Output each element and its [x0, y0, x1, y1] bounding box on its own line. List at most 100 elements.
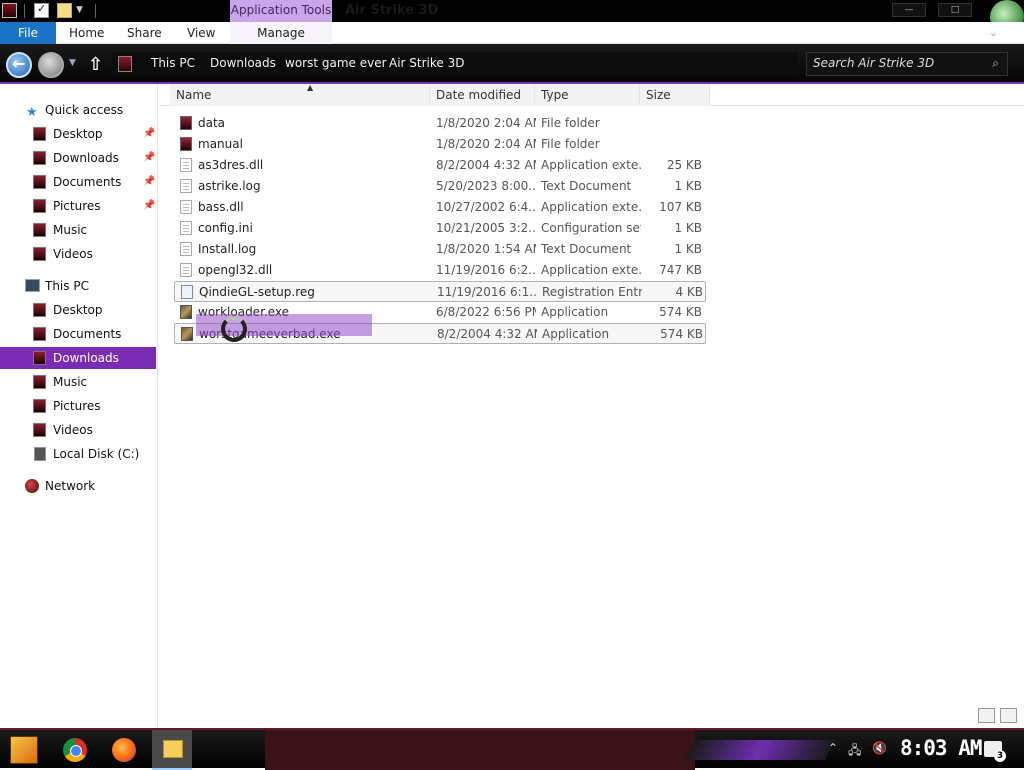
file-date: 1/8/2020 1:54 AM: [436, 242, 536, 256]
pin-icon: 📌: [143, 152, 156, 163]
pictures-icon: [33, 199, 46, 213]
chevron-down-icon[interactable]: ⌄: [989, 26, 998, 39]
file-type: Registration Entries: [542, 285, 642, 299]
file-row-bass-dll[interactable]: bass.dll 10/27/2002 6:4... Application e…: [174, 197, 706, 218]
details-view-icon[interactable]: [978, 708, 995, 723]
start-button[interactable]: [10, 736, 38, 764]
chrome-icon[interactable]: [63, 738, 87, 762]
up-button[interactable]: ⇧: [88, 54, 103, 75]
downloads-icon: [33, 151, 46, 165]
nav-label: Downloads: [53, 151, 119, 165]
nav-pc-music[interactable]: Music: [0, 371, 156, 393]
taskbar-clock[interactable]: 8:03 AM: [900, 736, 983, 760]
file-size: 25 KB: [666, 158, 702, 172]
breadcrumb-air-strike-3d[interactable]: Air Strike 3D: [389, 56, 464, 70]
file-row-install-log[interactable]: Install.log 1/8/2020 1:54 AM Text Docume…: [174, 239, 706, 260]
firefox-icon[interactable]: [112, 738, 136, 762]
file-type: Application: [542, 327, 610, 341]
column-size[interactable]: Size: [640, 84, 710, 106]
nav-this-pc[interactable]: This PC: [0, 275, 156, 297]
chevron-up-icon[interactable]: ⌃: [828, 741, 838, 755]
nav-label: Local Disk (C:): [53, 447, 140, 461]
file-row-manual[interactable]: manual 1/8/2020 2:04 AM File folder: [174, 134, 706, 155]
file-explorer-icon[interactable]: [152, 730, 192, 770]
file-date: 10/27/2002 6:4...: [436, 200, 536, 214]
nav-label: Downloads: [53, 351, 119, 365]
minimize-button[interactable]: —: [892, 3, 926, 17]
file-date: 8/2/2004 4:32 AM: [437, 327, 537, 341]
nav-quick-documents[interactable]: Documents 📌: [0, 171, 156, 193]
nav-quick-music[interactable]: Music: [0, 219, 156, 241]
new-folder-icon[interactable]: [57, 3, 72, 18]
app-icon[interactable]: [2, 3, 17, 18]
search-box[interactable]: ⌕: [806, 52, 1008, 76]
nav-quick-videos[interactable]: Videos: [0, 243, 156, 265]
breadcrumb-worst-game-ever[interactable]: worst game ever: [285, 56, 387, 70]
documents-icon: [33, 175, 46, 189]
file-icon: [180, 158, 192, 172]
column-label: Type: [541, 88, 569, 102]
application-icon: [181, 327, 193, 341]
tab-view[interactable]: View: [187, 22, 215, 44]
file-row-astrike-log[interactable]: astrike.log 5/20/2023 8:00... Text Docum…: [174, 176, 706, 197]
nav-quick-downloads[interactable]: Downloads 📌: [0, 147, 156, 169]
nav-pc-pictures[interactable]: Pictures: [0, 395, 156, 417]
volume-muted-icon[interactable]: 🔇: [872, 741, 887, 755]
file-row-opengl32[interactable]: opengl32.dll 11/19/2016 6:2... Applicati…: [174, 260, 706, 281]
forward-button[interactable]: [38, 52, 64, 78]
videos-icon: [33, 247, 46, 261]
nav-quick-desktop[interactable]: Desktop 📌: [0, 123, 156, 145]
busy-cursor-icon: [221, 316, 247, 342]
nav-network[interactable]: Network: [0, 475, 156, 497]
downloads-icon: [33, 351, 46, 365]
large-icons-view-icon[interactable]: [1000, 708, 1017, 723]
column-name[interactable]: Name ▲: [170, 83, 430, 106]
properties-icon[interactable]: [34, 2, 49, 18]
tab-file[interactable]: File: [0, 22, 56, 44]
column-headers: Name ▲ Date modified Type Size: [160, 83, 1024, 106]
file-name: data: [198, 116, 226, 130]
tab-share[interactable]: Share: [127, 22, 162, 44]
tab-manage[interactable]: Manage: [230, 22, 332, 44]
file-type: Configuration set...: [541, 221, 641, 235]
file-row-config-ini[interactable]: config.ini 10/21/2005 3:2... Configurati…: [174, 218, 706, 239]
file-type: Application exte...: [541, 158, 641, 172]
file-row-as3dres[interactable]: as3dres.dll 8/2/2004 4:32 AM Application…: [174, 155, 706, 176]
maximize-button[interactable]: □: [938, 3, 972, 17]
file-name: config.ini: [198, 221, 253, 235]
recent-locations-icon[interactable]: ▼: [69, 58, 76, 68]
file-type: File folder: [541, 137, 600, 151]
breadcrumb-this-pc[interactable]: This PC: [151, 56, 195, 70]
network-icon: [25, 479, 39, 493]
nav-quick-access[interactable]: ★ Quick access: [0, 99, 156, 121]
network-tray-icon[interactable]: 🖧: [848, 741, 861, 762]
column-type[interactable]: Type: [535, 84, 640, 106]
pin-icon: 📌: [143, 176, 156, 187]
back-button[interactable]: [6, 52, 32, 78]
search-icon[interactable]: ⌕: [992, 56, 999, 71]
file-size: 574 KB: [659, 305, 702, 319]
breadcrumb-downloads[interactable]: Downloads: [210, 56, 276, 70]
file-type: Application exte...: [541, 263, 641, 277]
breadcrumb[interactable]: This PC Downloads worst game ever Air St…: [112, 52, 797, 76]
file-row-data[interactable]: data 1/8/2020 2:04 AM File folder: [174, 113, 706, 134]
file-name: opengl32.dll: [198, 263, 273, 277]
folder-icon: [180, 116, 192, 130]
file-name: QindieGL-setup.reg: [199, 285, 315, 299]
nav-pc-documents[interactable]: Documents: [0, 323, 156, 345]
tab-home[interactable]: Home: [69, 22, 104, 44]
search-input[interactable]: [813, 56, 983, 70]
nav-pc-desktop[interactable]: Desktop: [0, 299, 156, 321]
file-name: manual: [198, 137, 243, 151]
file-row-qindiegl-reg[interactable]: QindieGL-setup.reg 11/19/2016 6:1... Reg…: [174, 281, 706, 302]
nav-quick-pictures[interactable]: Pictures 📌: [0, 195, 156, 217]
nav-pc-downloads[interactable]: Downloads: [0, 347, 156, 369]
column-date-modified[interactable]: Date modified: [430, 84, 535, 106]
file-size: 1 KB: [674, 242, 702, 256]
nav-pc-videos[interactable]: Videos: [0, 419, 156, 441]
customize-quick-access-icon[interactable]: ▼: [76, 5, 91, 20]
nav-pc-local-disk[interactable]: Local Disk (C:): [0, 443, 156, 465]
file-icon: [180, 242, 192, 256]
file-list-pane: Name ▲ Date modified Type Size data 1/8/…: [160, 83, 1024, 728]
desktop-icon: [33, 127, 46, 141]
